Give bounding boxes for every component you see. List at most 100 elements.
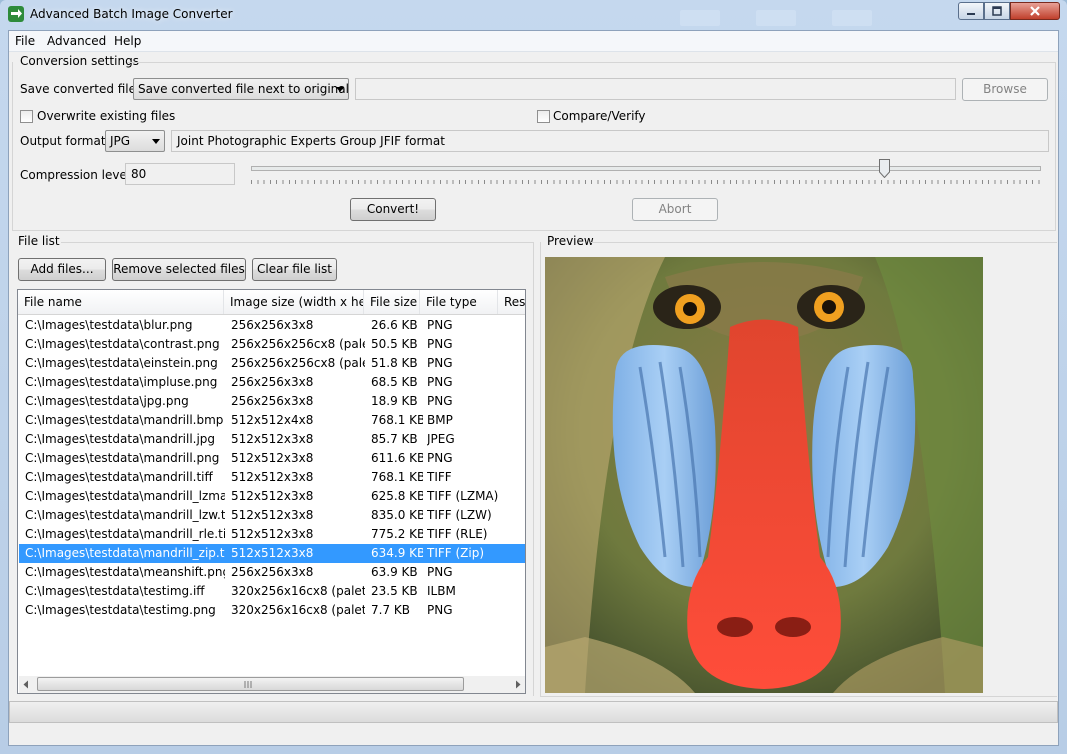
- browse-button[interactable]: Browse: [962, 78, 1048, 101]
- cell-file-name: C:\Images\testdata\mandrill_lzma.tiff: [25, 489, 225, 503]
- overwrite-checkbox[interactable]: [20, 110, 33, 123]
- table-row[interactable]: C:\Images\testdata\meanshift.png 256x256x…: [19, 563, 525, 582]
- scroll-right-icon[interactable]: [514, 680, 522, 689]
- mandrill-preview-image: [545, 257, 983, 693]
- minimize-button[interactable]: [958, 2, 984, 20]
- cell-file-name: C:\Images\testdata\mandrill_rle.tiff: [25, 527, 225, 541]
- cell-image-size: 320x256x16cx8 (palette): [231, 603, 365, 617]
- title-bar[interactable]: Advanced Batch Image Converter: [0, 0, 1067, 30]
- dropdown-arrow-icon: [336, 87, 344, 92]
- window-title: Advanced Batch Image Converter: [30, 7, 233, 21]
- column-header-image-size[interactable]: Image size (width x hei...: [224, 290, 364, 314]
- cell-file-type: ILBM: [427, 584, 456, 598]
- groupbox-border: [12, 62, 13, 230]
- file-list-table[interactable]: File name Image size (width x hei... Fil…: [17, 289, 526, 694]
- save-location-dropdown[interactable]: Save converted file next to original: [133, 78, 349, 100]
- convert-button[interactable]: Convert!: [350, 198, 436, 221]
- cell-image-size: 512x512x4x8: [231, 413, 314, 427]
- cell-file-name: C:\Images\testdata\mandrill_lzw.tiff: [25, 508, 225, 522]
- conversion-settings-title: Conversion settings: [20, 54, 139, 68]
- compression-level-label: Compression level:: [20, 168, 135, 182]
- add-files-button[interactable]: Add files...: [18, 258, 106, 281]
- scroll-grip-icon: [244, 681, 252, 688]
- client-area: File Advanced Help Conversion settings S…: [8, 30, 1059, 746]
- cell-image-size: 256x256x3x8: [231, 375, 314, 389]
- app-window: Advanced Batch Image Converter File Adva…: [0, 0, 1067, 754]
- column-header-result[interactable]: Resu: [498, 290, 525, 314]
- cell-image-size: 512x512x3x8: [231, 546, 314, 560]
- clear-file-list-button[interactable]: Clear file list: [252, 258, 337, 281]
- output-folder-field[interactable]: [355, 78, 956, 100]
- cell-image-size: 256x256x3x8: [231, 394, 314, 408]
- compare-verify-checkbox[interactable]: [537, 110, 550, 123]
- cell-image-size: 512x512x3x8: [231, 451, 314, 465]
- menu-help[interactable]: Help: [114, 34, 141, 48]
- taskbar-ghost-icon: [756, 10, 796, 26]
- cell-file-type: TIFF (LZMA): [427, 489, 499, 503]
- close-icon: [1030, 6, 1040, 16]
- cell-image-size: 256x256x3x8: [231, 565, 314, 579]
- table-row[interactable]: C:\Images\testdata\mandrill_lzma.tiff 512…: [19, 487, 525, 506]
- column-header-file-type[interactable]: File type: [420, 290, 498, 314]
- cell-file-name: C:\Images\testdata\mandrill.jpg: [25, 432, 216, 446]
- table-row[interactable]: C:\Images\testdata\jpg.png 256x256x3x8 18.…: [19, 392, 525, 411]
- table-row[interactable]: C:\Images\testdata\mandrill.jpg 512x512x3…: [19, 430, 525, 449]
- cell-file-type: PNG: [427, 337, 453, 351]
- cell-file-size: 625.8 KB: [371, 489, 423, 503]
- compare-verify-label: Compare/Verify: [553, 109, 646, 123]
- cell-file-size: 7.7 KB: [371, 603, 410, 617]
- close-button[interactable]: [1010, 2, 1060, 20]
- scrollbar-thumb[interactable]: [37, 677, 464, 691]
- compression-slider-thumb[interactable]: [879, 159, 890, 179]
- table-row[interactable]: C:\Images\testdata\contrast.png 256x256x2…: [19, 335, 525, 354]
- compression-level-field[interactable]: 80: [125, 163, 235, 185]
- horizontal-scrollbar[interactable]: [19, 676, 525, 693]
- table-row[interactable]: C:\Images\testdata\testimg.iff 320x256x16…: [19, 582, 525, 601]
- table-row[interactable]: C:\Images\testdata\mandrill.png 512x512x3…: [19, 449, 525, 468]
- table-row[interactable]: C:\Images\testdata\mandrill_zip.tiff 512x…: [19, 544, 525, 563]
- output-format-dropdown[interactable]: JPG: [105, 130, 165, 152]
- cell-file-name: C:\Images\testdata\einstein.png: [25, 356, 218, 370]
- cell-file-size: 634.9 KB: [371, 546, 423, 560]
- table-row[interactable]: C:\Images\testdata\mandrill.bmp 512x512x4…: [19, 411, 525, 430]
- abort-button[interactable]: Abort: [632, 198, 718, 221]
- cell-file-type: TIFF: [427, 470, 452, 484]
- compression-slider-track[interactable]: [251, 166, 1041, 171]
- table-row[interactable]: C:\Images\testdata\mandrill_rle.tiff 512x…: [19, 525, 525, 544]
- remove-selected-files-button[interactable]: Remove selected files: [112, 258, 246, 281]
- restore-button[interactable]: [984, 2, 1010, 20]
- cell-image-size: 512x512x3x8: [231, 470, 314, 484]
- overwrite-label: Overwrite existing files: [37, 109, 176, 123]
- menu-advanced[interactable]: Advanced: [47, 34, 106, 48]
- menu-bar: File Advanced Help: [9, 31, 1058, 52]
- cell-file-size: 768.1 KB: [371, 413, 423, 427]
- table-row[interactable]: C:\Images\testdata\testimg.png 320x256x16…: [19, 601, 525, 620]
- table-row[interactable]: C:\Images\testdata\einstein.png 256x256x2…: [19, 354, 525, 373]
- table-row[interactable]: C:\Images\testdata\blur.png 256x256x3x8 26…: [19, 316, 525, 335]
- cell-file-type: PNG: [427, 451, 453, 465]
- table-row[interactable]: C:\Images\testdata\mandrill_lzw.tiff 512x…: [19, 506, 525, 525]
- preview-image: [545, 257, 983, 693]
- table-row[interactable]: C:\Images\testdata\impluse.png 256x256x3x…: [19, 373, 525, 392]
- cell-file-name: C:\Images\testdata\impluse.png: [25, 375, 218, 389]
- cell-image-size: 512x512x3x8: [231, 432, 314, 446]
- cell-image-size: 256x256x256cx8 (palette): [231, 337, 365, 351]
- cell-file-name: C:\Images\testdata\meanshift.png: [25, 565, 225, 579]
- cell-file-type: PNG: [427, 394, 453, 408]
- cell-file-type: PNG: [427, 565, 453, 579]
- table-row[interactable]: C:\Images\testdata\mandrill.tiff 512x512x…: [19, 468, 525, 487]
- column-header-file-size[interactable]: File size: [364, 290, 420, 314]
- cell-file-size: 51.8 KB: [371, 356, 418, 370]
- restore-icon: [992, 6, 1002, 16]
- cell-file-name: C:\Images\testdata\mandrill.png: [25, 451, 220, 465]
- slider-ticks: [251, 180, 1040, 184]
- cell-file-size: 768.1 KB: [371, 470, 423, 484]
- cell-file-name: C:\Images\testdata\testimg.png: [25, 603, 216, 617]
- scroll-left-icon[interactable]: [22, 680, 30, 689]
- taskbar-ghost-icon: [832, 10, 872, 26]
- menu-file[interactable]: File: [15, 34, 35, 48]
- cell-image-size: 256x256x3x8: [231, 318, 314, 332]
- column-header-file-name[interactable]: File name: [18, 290, 224, 314]
- cell-file-name: C:\Images\testdata\jpg.png: [25, 394, 189, 408]
- groupbox-border: [61, 242, 533, 243]
